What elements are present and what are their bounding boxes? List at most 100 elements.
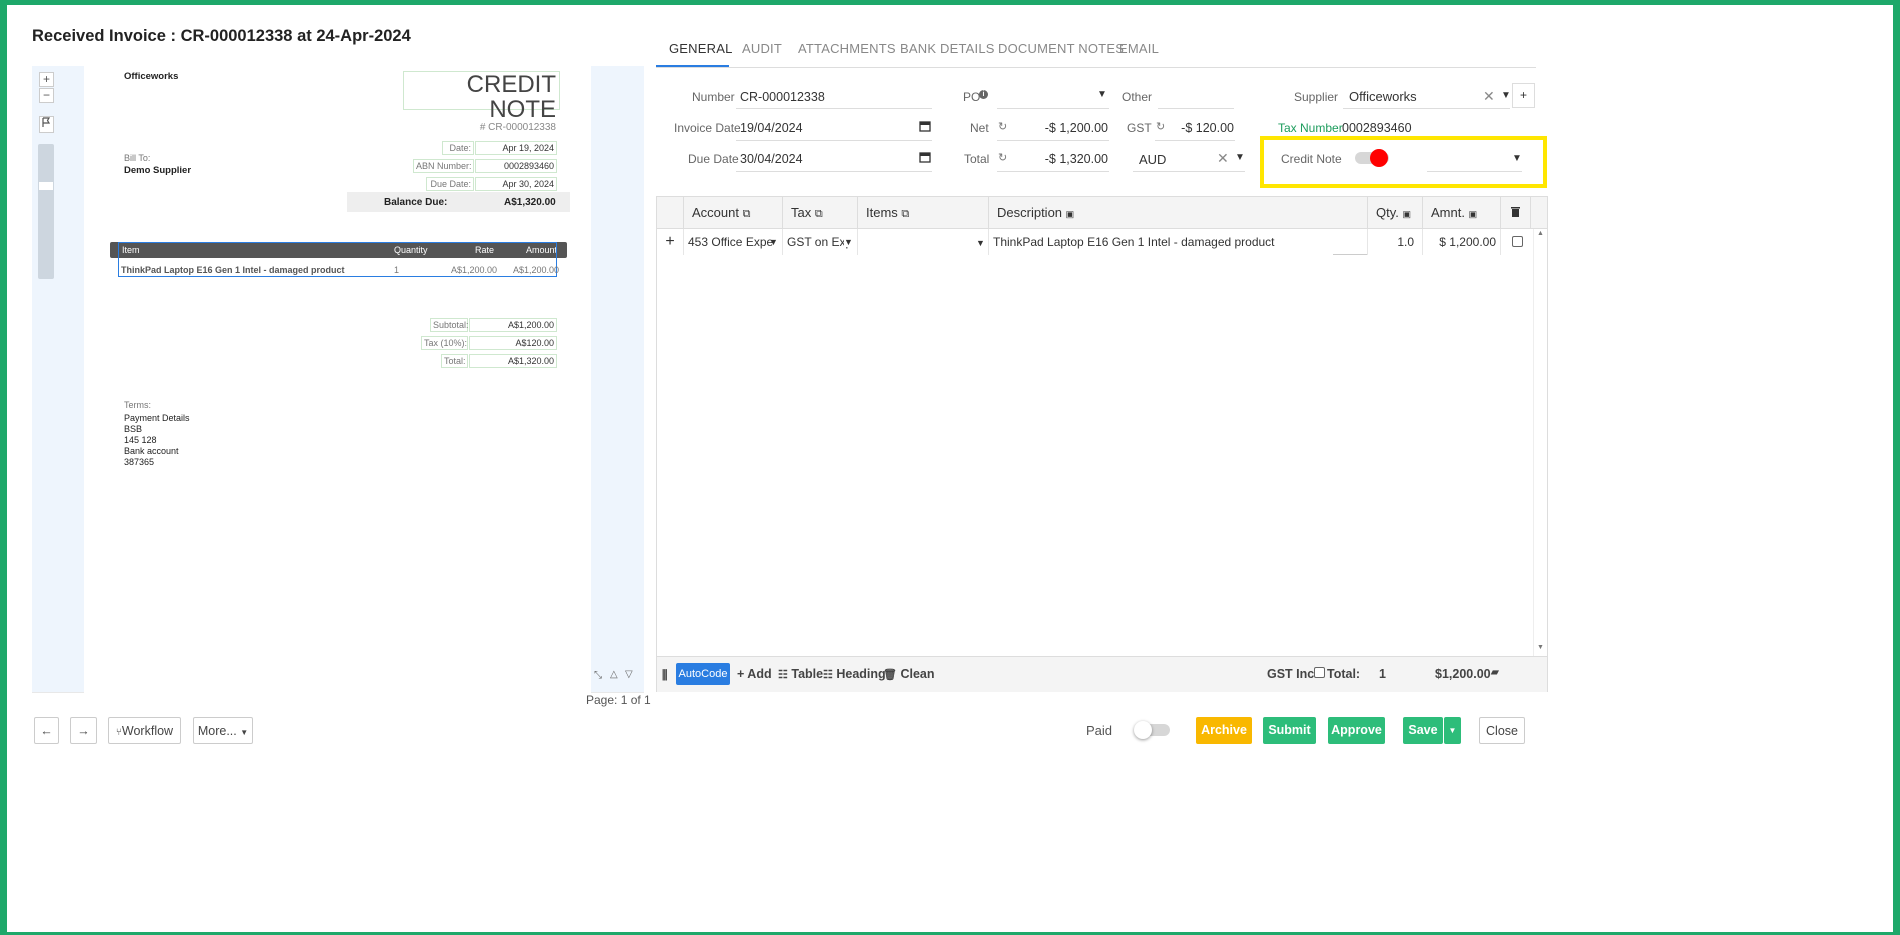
prev-arrow-icon[interactable]: ← [34, 717, 59, 744]
po-dropdown-chevron-icon[interactable]: ▼ [1097, 89, 1107, 100]
clean-button[interactable]: 🗑 Clean [883, 667, 935, 681]
col-amount-label: Amnt. [1431, 205, 1465, 220]
currency-chevron-icon[interactable]: ▼ [1235, 152, 1245, 163]
clear-icon[interactable]: ✕ [1483, 88, 1495, 105]
more-button[interactable]: More... ▼ [193, 717, 253, 744]
page-down-icon[interactable]: ▽ [625, 669, 633, 680]
zoom-slider[interactable] [38, 144, 54, 279]
due-date-label: Due Date [688, 152, 739, 166]
grid-scrollbar[interactable]: ▲ ▼ [1533, 229, 1547, 656]
refresh-icon[interactable]: ↻ [1156, 120, 1165, 133]
doc-duedate-value: Apr 30, 2024 [475, 177, 557, 191]
clear-icon[interactable]: ✕ [1217, 150, 1229, 167]
credit-note-select[interactable] [1427, 171, 1522, 172]
paid-toggle[interactable] [1134, 721, 1170, 739]
col-tax[interactable]: Tax ⧉ [783, 197, 858, 228]
tax-chevron-icon[interactable]: ▼ [844, 237, 853, 247]
tab-attachments[interactable]: ATTACHMENTS [798, 41, 896, 56]
calendar-icon[interactable] [919, 120, 931, 135]
supplier-select[interactable]: Officeworks [1349, 89, 1417, 104]
tab-general[interactable]: GENERAL [669, 41, 733, 56]
columns-icon[interactable]: ⫼ [662, 668, 668, 683]
caret-down-icon: ▼ [240, 728, 249, 737]
zoom-slider-thumb[interactable] [39, 182, 53, 190]
net-field[interactable]: -$ 1,200.00 [1010, 121, 1108, 135]
doc-subtotal-value: A$1,200.00 [469, 318, 557, 332]
autocode-button[interactable]: AutoCode [676, 663, 730, 685]
supplier-chevron-icon[interactable]: ▼ [1501, 90, 1511, 101]
account-chevron-icon[interactable]: ▼ [769, 237, 778, 247]
gst-field[interactable]: -$ 120.00 [1168, 121, 1234, 135]
info-icon[interactable]: i [979, 90, 988, 99]
credit-note-toggle-knob[interactable] [1370, 149, 1388, 167]
archive-button[interactable]: Archive [1196, 717, 1252, 744]
approve-button[interactable]: Approve [1328, 717, 1385, 744]
paid-toggle-knob[interactable] [1134, 721, 1152, 739]
flag-icon[interactable] [39, 116, 54, 133]
gst-inc-checkbox[interactable] [1314, 667, 1325, 678]
items-underline [1333, 254, 1367, 255]
submit-button[interactable]: Submit [1263, 717, 1316, 744]
scroll-down-icon[interactable]: ▼ [1537, 644, 1544, 651]
add-row-icon[interactable]: + [657, 229, 684, 255]
row-checkbox[interactable] [1512, 236, 1523, 247]
copy-icon[interactable]: ⧉ [743, 208, 751, 220]
cell-qty[interactable]: 1.0 [1368, 229, 1423, 255]
col-items[interactable]: Items ⧉ [858, 197, 989, 228]
tab-document-notes[interactable]: DOCUMENT NOTES [998, 41, 1124, 56]
tab-bank-details[interactable]: BANK DETAILS [900, 41, 995, 56]
items-chevron-icon[interactable]: ▼ [976, 238, 985, 248]
save-button[interactable]: Save [1403, 717, 1443, 744]
supplier-underline [1343, 108, 1510, 109]
add-supplier-button[interactable]: + [1512, 83, 1535, 108]
scroll-up-icon[interactable]: ▲ [1537, 230, 1544, 237]
page-up-icon[interactable]: △ [610, 669, 618, 680]
add-line-button[interactable]: + Add [737, 667, 772, 681]
doc-balance-label: Balance Due: [384, 197, 448, 208]
delete-column-icon[interactable] [1501, 197, 1531, 228]
due-date-field[interactable]: 30/04/2024 [740, 152, 803, 166]
tab-email[interactable]: EMAIL [1119, 41, 1159, 56]
refresh-icon[interactable]: ↻ [998, 151, 1007, 164]
credit-note-chevron-icon[interactable]: ▼ [1512, 153, 1522, 164]
comment-icon[interactable]: ▰ [1491, 667, 1499, 678]
due-date-underline [736, 171, 932, 172]
number-field[interactable]: CR-000012338 [740, 90, 825, 104]
save-options-caret-icon[interactable]: ▼ [1444, 717, 1461, 744]
doc-abn-value: 0002893460 [475, 159, 557, 173]
cell-amount[interactable]: $ 1,200.00 [1423, 229, 1501, 255]
column-options-icon[interactable]: ▣ [1066, 209, 1075, 219]
credit-note-toggle[interactable] [1355, 149, 1389, 167]
col-qty[interactable]: Qty. ▣ [1368, 197, 1423, 228]
workflow-button[interactable]: ⑂Workflow [108, 717, 181, 744]
cell-items[interactable] [858, 229, 989, 255]
close-button[interactable]: Close [1479, 717, 1525, 744]
col-description[interactable]: Description ▣ [989, 197, 1368, 228]
doc-line-rate: A$1,200.00 [451, 265, 498, 275]
zoom-out-button[interactable]: − [39, 88, 54, 103]
total-field[interactable]: -$ 1,320.00 [1010, 152, 1108, 166]
copy-icon[interactable]: ⧉ [901, 208, 909, 220]
doc-terms-line: Payment Details [124, 413, 190, 423]
footer-total-label: Total: [1327, 667, 1361, 681]
fit-icon[interactable]: ⤡ [594, 670, 602, 681]
calendar-icon[interactable] [919, 151, 931, 166]
column-options-icon[interactable]: ▣ [1403, 209, 1412, 219]
next-arrow-icon[interactable]: → [70, 717, 97, 744]
tax-number-field[interactable]: 0002893460 [1342, 121, 1412, 135]
currency-select[interactable]: AUD [1139, 152, 1166, 167]
column-options-icon[interactable]: ▣ [1469, 209, 1478, 219]
col-amount[interactable]: Amnt. ▣ [1423, 197, 1501, 228]
heading-button[interactable]: ☷ Heading [823, 667, 886, 681]
po-underline[interactable] [997, 108, 1109, 109]
cell-description[interactable]: ThinkPad Laptop E16 Gen 1 Intel - damage… [989, 229, 1368, 255]
zoom-in-button[interactable]: + [39, 72, 54, 87]
refresh-icon[interactable]: ↻ [998, 120, 1007, 133]
copy-icon[interactable]: ⧉ [815, 208, 823, 220]
table-button[interactable]: ☷ Table [778, 667, 823, 681]
doc-terms-line: Bank account [124, 446, 179, 456]
col-account[interactable]: Account ⧉ [684, 197, 783, 228]
tab-audit[interactable]: AUDIT [742, 41, 782, 56]
other-field[interactable] [1158, 108, 1234, 109]
invoice-date-field[interactable]: 19/04/2024 [740, 121, 803, 135]
